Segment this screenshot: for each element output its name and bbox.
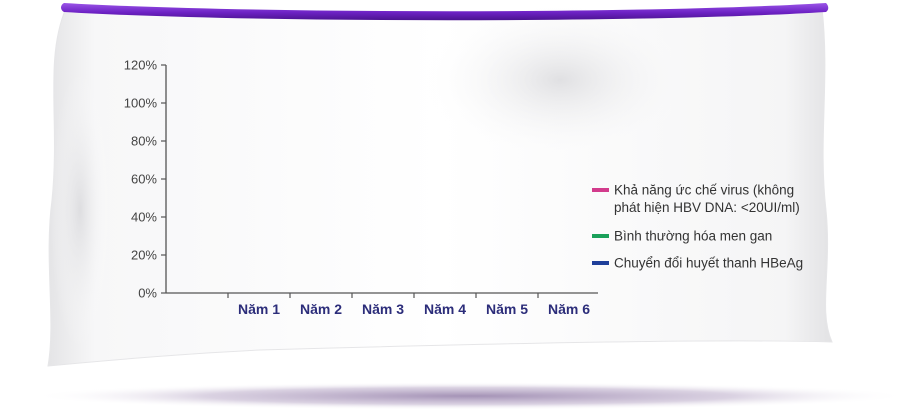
y-tick-label: 20%	[131, 248, 157, 263]
x-category-label: Năm 3	[362, 301, 404, 317]
legend-label: Bình thường hóa men gan	[614, 229, 772, 244]
x-category-label: Năm 2	[300, 301, 342, 317]
x-category-label: Năm 4	[424, 301, 466, 317]
x-category-label: Năm 5	[486, 301, 528, 317]
y-tick-label: 100%	[124, 96, 158, 111]
y-tick-label: 40%	[131, 210, 157, 225]
y-tick-label: 0%	[138, 286, 157, 301]
x-category-label: Năm 1	[238, 301, 280, 317]
y-tick-label: 80%	[131, 134, 157, 149]
cloth-fold-shade	[420, 0, 700, 160]
x-category-label: Năm 6	[548, 301, 590, 317]
legend-swatch	[592, 234, 609, 238]
legend-swatch	[592, 261, 609, 265]
legend-label: Khả năng ức chế virus (không	[614, 183, 794, 198]
legend-label: phát hiện HBV DNA: <20UI/ml)	[614, 200, 800, 215]
legend-label: Chuyển đổi huyết thanh HBeAg	[614, 256, 803, 271]
y-tick-label: 60%	[131, 172, 157, 187]
y-tick-label: 120%	[124, 58, 158, 73]
legend-swatch	[592, 188, 609, 192]
chart-scene: 0% 20% 40% 60% 80% 100% 120% Năm 1 Năm 2 Năm 3 Nă…	[30, 0, 910, 410]
floor-shadow	[30, 382, 910, 410]
cloth-fold-shade-left	[50, 70, 110, 350]
